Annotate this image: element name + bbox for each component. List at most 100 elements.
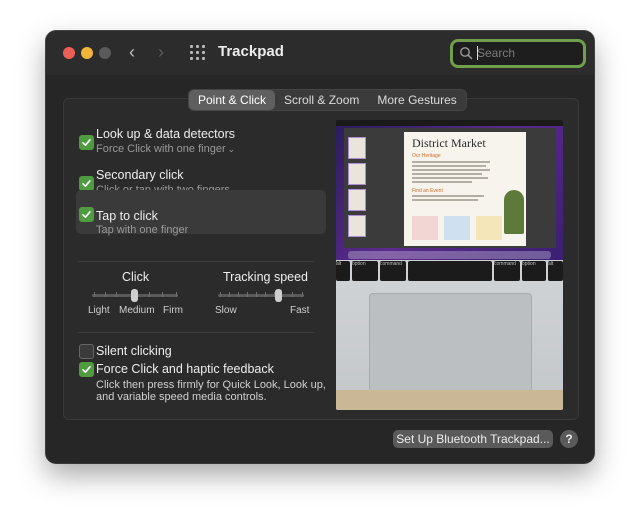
key: command (494, 261, 520, 281)
option-look-up[interactable]: Look up & data detectors Force Click wit… (76, 124, 326, 162)
show-all-grid-icon[interactable] (190, 45, 206, 61)
key-label: option (522, 261, 536, 267)
secondary-click-label: Secondary click (96, 168, 184, 182)
force-click-label: Force Click and haptic feedback (96, 362, 274, 376)
slider-tick (149, 292, 150, 297)
preview-dock (348, 251, 551, 259)
title-bar: ‹ › Trackpad (46, 31, 594, 75)
search-input[interactable] (477, 44, 575, 62)
look-up-gesture-dropdown[interactable]: Force Click with one finger ⌄ (96, 143, 235, 155)
key-label: command (494, 261, 516, 267)
key: alt (336, 261, 350, 281)
tap-to-click-checkbox[interactable] (79, 207, 94, 222)
preview-keyboard: alt option command command option alt (336, 260, 563, 282)
look-up-checkbox[interactable] (79, 135, 94, 150)
text-line (412, 173, 482, 175)
click-label-firm: Firm (163, 305, 183, 316)
slider-tick (247, 292, 248, 297)
page-thumbnail (348, 137, 366, 159)
divider (78, 332, 314, 333)
slider-tick (162, 292, 163, 297)
look-up-label: Look up & data detectors (96, 127, 235, 141)
tracking-speed-knob[interactable] (274, 289, 282, 302)
checkmark-icon (82, 139, 91, 146)
preview-doc-title: District Market (412, 136, 486, 150)
slider-tick (265, 292, 266, 297)
click-slider-knob[interactable] (131, 289, 138, 302)
tap-to-click-label: Tap to click (96, 209, 158, 223)
key: command (380, 261, 406, 281)
slider-tick (302, 292, 303, 297)
search-icon (460, 47, 473, 60)
page-thumbnail (348, 215, 366, 237)
page-thumbnail (348, 189, 366, 211)
force-click-description-line2: and variable speed media controls. (96, 391, 267, 403)
slider-tick (94, 292, 95, 297)
preview-thumbnails (346, 133, 366, 245)
zoom-window-button[interactable] (99, 47, 111, 59)
slider-tick (105, 292, 106, 297)
preview-card (476, 216, 502, 240)
slider-tick (292, 292, 293, 297)
slider-tick (238, 292, 239, 297)
slider-tick (220, 292, 221, 297)
tab-more-gestures[interactable]: More Gestures (368, 90, 465, 110)
vegetable-illustration (504, 190, 524, 234)
preview-card (412, 216, 438, 240)
setup-bluetooth-trackpad-button[interactable]: Set Up Bluetooth Trackpad... (393, 430, 553, 448)
help-button[interactable]: ? (560, 430, 578, 448)
option-tap-to-click[interactable]: Tap to click Tap with one finger (76, 190, 326, 236)
divider (78, 261, 314, 262)
text-line (412, 165, 486, 167)
preview-document: District Market Our Heritage Find an Eve… (404, 132, 526, 246)
key-label: command (380, 261, 402, 267)
slider-tick (176, 292, 177, 297)
key: option (352, 261, 378, 281)
spacebar-key (408, 261, 492, 281)
key-label: option (352, 261, 366, 267)
tap-to-click-subtitle: Tap with one finger (96, 224, 189, 236)
secondary-click-checkbox[interactable] (79, 176, 94, 191)
silent-clicking-checkbox[interactable] (79, 344, 94, 359)
forward-chevron-icon[interactable]: › (158, 41, 164, 63)
click-label-light: Light (88, 305, 110, 316)
slider-tick (229, 292, 230, 297)
click-label-medium: Medium (119, 305, 155, 316)
tracking-label-fast: Fast (290, 305, 310, 316)
silent-clicking-label: Silent clicking (96, 344, 172, 358)
page-thumbnail (348, 163, 366, 185)
preview-doc-heading: Our Heritage (412, 153, 441, 159)
click-slider-title: Click (122, 270, 150, 284)
text-line (412, 199, 478, 201)
back-chevron-icon[interactable]: ‹ (129, 41, 135, 63)
preview-menubar (336, 120, 563, 126)
key: alt (548, 261, 563, 281)
preview-screen: District Market Our Heritage Find an Eve… (336, 120, 563, 260)
checkmark-icon (82, 211, 91, 218)
tab-point-and-click[interactable]: Point & Click (189, 90, 276, 110)
preview-doc-heading: Find an Event (412, 188, 443, 194)
text-line (412, 161, 490, 163)
slider-tick (256, 292, 257, 297)
close-window-button[interactable] (63, 47, 75, 59)
look-up-gesture-value: Force Click with one finger (96, 143, 226, 155)
window-title: Trackpad (218, 43, 284, 60)
preview-trackpad (369, 293, 532, 395)
preferences-window: ‹ › Trackpad Point & Click Scroll & Zoom… (46, 31, 594, 463)
minimize-window-button[interactable] (81, 47, 93, 59)
tab-scroll-and-zoom[interactable]: Scroll & Zoom (275, 90, 368, 110)
checkmark-icon (82, 180, 91, 187)
checkmark-icon (82, 366, 91, 373)
text-line (412, 177, 488, 179)
tab-bar: Point & Click Scroll & Zoom More Gesture… (188, 89, 467, 111)
slider-tick (116, 292, 117, 297)
key-label: alt (336, 261, 342, 267)
force-click-checkbox[interactable] (79, 362, 94, 377)
text-line (412, 195, 484, 197)
preview-card (444, 216, 470, 240)
key-label: alt (548, 261, 554, 267)
search-field[interactable] (450, 39, 586, 68)
tracking-label-slow: Slow (215, 305, 237, 316)
preview-desk (336, 390, 563, 410)
gesture-preview-image: District Market Our Heritage Find an Eve… (336, 120, 563, 410)
